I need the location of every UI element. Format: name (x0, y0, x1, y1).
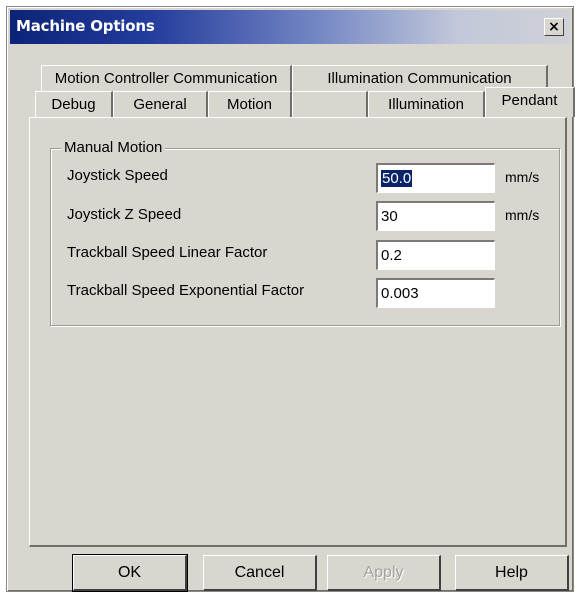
joystick-speed-unit: mm/s (505, 169, 540, 185)
close-icon: × (548, 19, 560, 35)
machine-options-dialog: Machine Options × Motion Controller Comm… (6, 6, 575, 592)
tab-row-bottom: Debug General Motion Illumination Pendan… (35, 87, 575, 119)
joystick-speed-input[interactable]: 50.0 (376, 163, 495, 193)
joystick-speed-label: Joystick Speed (67, 167, 168, 184)
apply-button: Apply (327, 555, 441, 591)
window-title: Machine Options (16, 17, 155, 35)
cancel-button[interactable]: Cancel (203, 555, 317, 591)
tab-motion-controller-communication[interactable]: Motion Controller Communication (41, 65, 292, 91)
manual-motion-group: Manual Motion Joystick Speed 50.0 mm/s J… (50, 139, 560, 326)
joystick-z-speed-label: Joystick Z Speed (67, 206, 182, 223)
trackball-linear-factor-input[interactable] (376, 240, 495, 270)
close-button[interactable]: × (544, 18, 564, 36)
tab-pendant[interactable]: Pendant (485, 87, 575, 117)
joystick-z-speed-input[interactable] (376, 201, 495, 231)
tab-label: Motion (226, 96, 273, 113)
tab-label: Debug (51, 96, 96, 113)
title-bar[interactable]: Machine Options × (10, 10, 570, 44)
tab-debug[interactable]: Debug (35, 91, 113, 117)
tab-page-pendant: Manual Motion Joystick Speed 50.0 mm/s J… (29, 117, 567, 547)
tab-illumination[interactable]: Illumination (368, 91, 485, 117)
tab-label: Motion Controller Communication (54, 70, 278, 87)
joystick-speed-value: 50.0 (381, 170, 413, 187)
tab-label: Pendant (501, 92, 558, 109)
trackball-linear-factor-label: Trackball Speed Linear Factor (67, 244, 268, 261)
joystick-z-speed-unit: mm/s (505, 207, 540, 223)
group-label: Manual Motion (61, 139, 166, 156)
trackball-exponential-factor-label: Trackball Speed Exponential Factor (67, 282, 305, 299)
tab-label: General (133, 96, 187, 113)
tab-unlabeled[interactable] (292, 91, 368, 117)
trackball-exponential-factor-input[interactable] (376, 278, 495, 308)
tab-label: Illumination (388, 96, 464, 113)
help-button[interactable]: Help (455, 555, 569, 591)
tab-motion[interactable]: Motion (208, 91, 292, 117)
tab-row-top: Motion Controller Communication Illumina… (41, 65, 548, 91)
tab-label: Illumination Communication (327, 70, 512, 87)
tab-general[interactable]: General (113, 91, 208, 117)
ok-button[interactable]: OK (72, 554, 188, 592)
